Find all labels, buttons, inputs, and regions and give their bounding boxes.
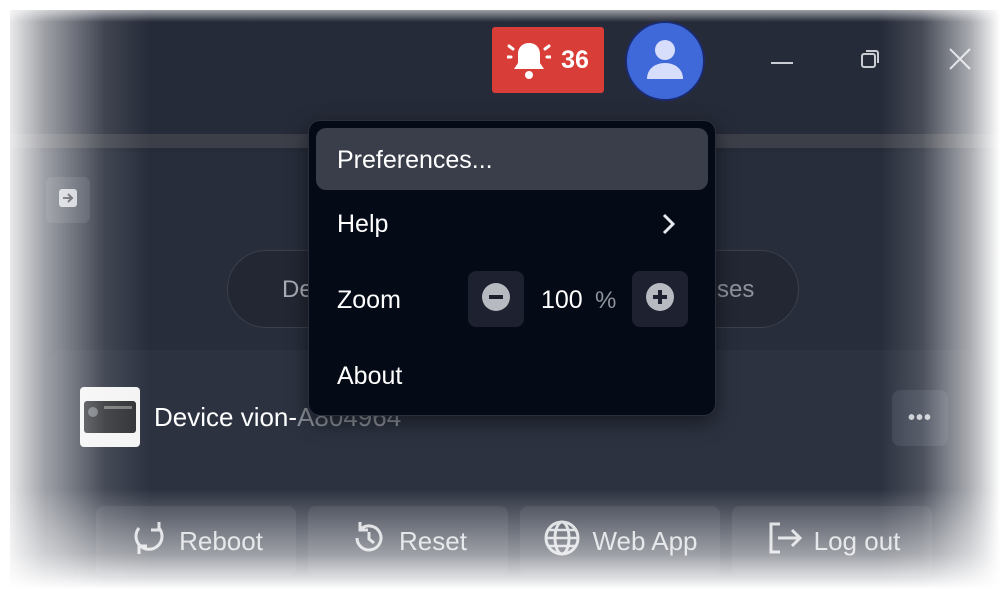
menu-item-help[interactable]: Help [337, 210, 388, 239]
menu-item-zoom: Zoom [337, 286, 401, 314]
tab-licenses[interactable]: ses [717, 276, 754, 304]
reboot-icon [129, 518, 169, 565]
more-icon: ••• [907, 406, 932, 429]
preferences-label[interactable]: Preferences... [337, 146, 493, 175]
menu-item-about[interactable]: About [337, 362, 402, 391]
notification-count: 36 [561, 45, 589, 74]
web-app-button[interactable]: Web App [520, 506, 720, 576]
reset-button[interactable]: Reset [308, 506, 508, 576]
close-icon [948, 47, 972, 76]
web-app-label: Web App [592, 525, 698, 556]
bell-icon [507, 37, 552, 83]
plus-circle-icon [644, 281, 676, 318]
minus-circle-icon [480, 281, 512, 318]
logout-label: Log out [813, 525, 901, 556]
logout-icon [764, 518, 804, 565]
user-icon [645, 37, 685, 86]
reset-icon [349, 518, 389, 565]
zoom-unit: % [595, 287, 617, 314]
zoom-in-button[interactable] [632, 271, 688, 327]
globe-icon [542, 518, 582, 565]
minimize-icon [771, 52, 793, 70]
arrow-right-icon [58, 188, 78, 213]
notifications-button[interactable]: 36 [492, 27, 604, 93]
reset-label: Reset [399, 525, 467, 556]
zoom-out-button[interactable] [468, 271, 524, 327]
more-options-button[interactable]: ••• [892, 390, 948, 446]
logout-button[interactable]: Log out [732, 506, 932, 576]
reboot-button[interactable]: Reboot [96, 506, 296, 576]
restore-icon [859, 48, 881, 75]
chevron-right-icon[interactable] [656, 211, 680, 237]
restore-button[interactable] [855, 46, 885, 76]
close-button[interactable] [945, 46, 975, 76]
user-avatar-button[interactable] [625, 21, 705, 101]
minimize-button[interactable] [767, 46, 797, 76]
device-thumbnail [80, 387, 140, 447]
zoom-value: 100 [541, 286, 583, 314]
sidebar-toggle-button[interactable] [46, 177, 90, 223]
reboot-label: Reboot [179, 525, 263, 556]
app-stage: 36 De ses Device vion-A804964 ••• Reboot… [0, 0, 1000, 589]
